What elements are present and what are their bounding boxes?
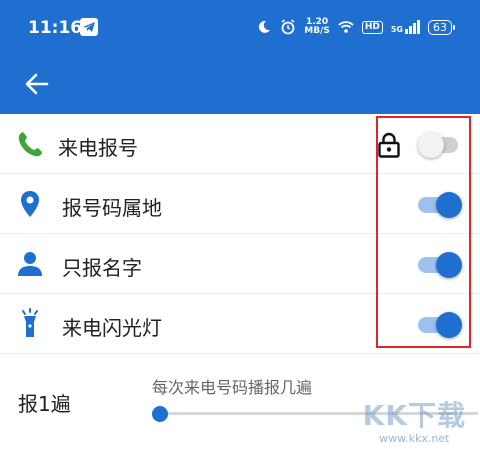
watermark-logo: KK下载	[362, 399, 466, 432]
setting-label: 报号码属地	[62, 196, 162, 220]
network-speed: 1.20 MB/S	[304, 18, 330, 36]
setting-label: 只报名字	[62, 256, 142, 280]
phone-icon	[18, 132, 42, 157]
repeat-description: 每次来电号码播报几遍	[152, 378, 313, 397]
repeat-count-label: 报1遍	[18, 392, 71, 416]
status-time: 11:16	[28, 18, 83, 38]
battery-indicator: 63	[428, 19, 455, 35]
person-icon	[18, 252, 42, 276]
signal-bar	[405, 29, 408, 34]
signal-bar	[409, 26, 412, 34]
slider-knob[interactable]	[152, 406, 168, 422]
highlight-box	[376, 116, 471, 348]
moon-icon	[259, 20, 271, 33]
signal-indicator: 5G	[391, 20, 420, 34]
app-bar	[0, 56, 480, 114]
speed-unit: MB/S	[304, 26, 330, 36]
status-bar: 11:16 1.20 MB/S HD 5G 63	[0, 0, 480, 56]
location-pin-icon	[21, 191, 39, 217]
alarm-icon	[281, 19, 295, 35]
watermark: KK下载 www.kkx.net	[363, 394, 466, 445]
hd-badge: HD	[361, 20, 383, 34]
signal-bar	[417, 20, 420, 34]
telegram-icon	[80, 18, 98, 36]
flashlight-icon	[22, 308, 38, 337]
setting-label: 来电报号	[58, 136, 138, 160]
signal-type: 5G	[390, 25, 403, 34]
setting-label: 来电闪光灯	[62, 316, 162, 340]
back-button[interactable]	[20, 66, 56, 102]
wifi-icon	[338, 21, 354, 33]
back-arrow-icon	[25, 73, 49, 95]
signal-bar	[413, 23, 416, 34]
